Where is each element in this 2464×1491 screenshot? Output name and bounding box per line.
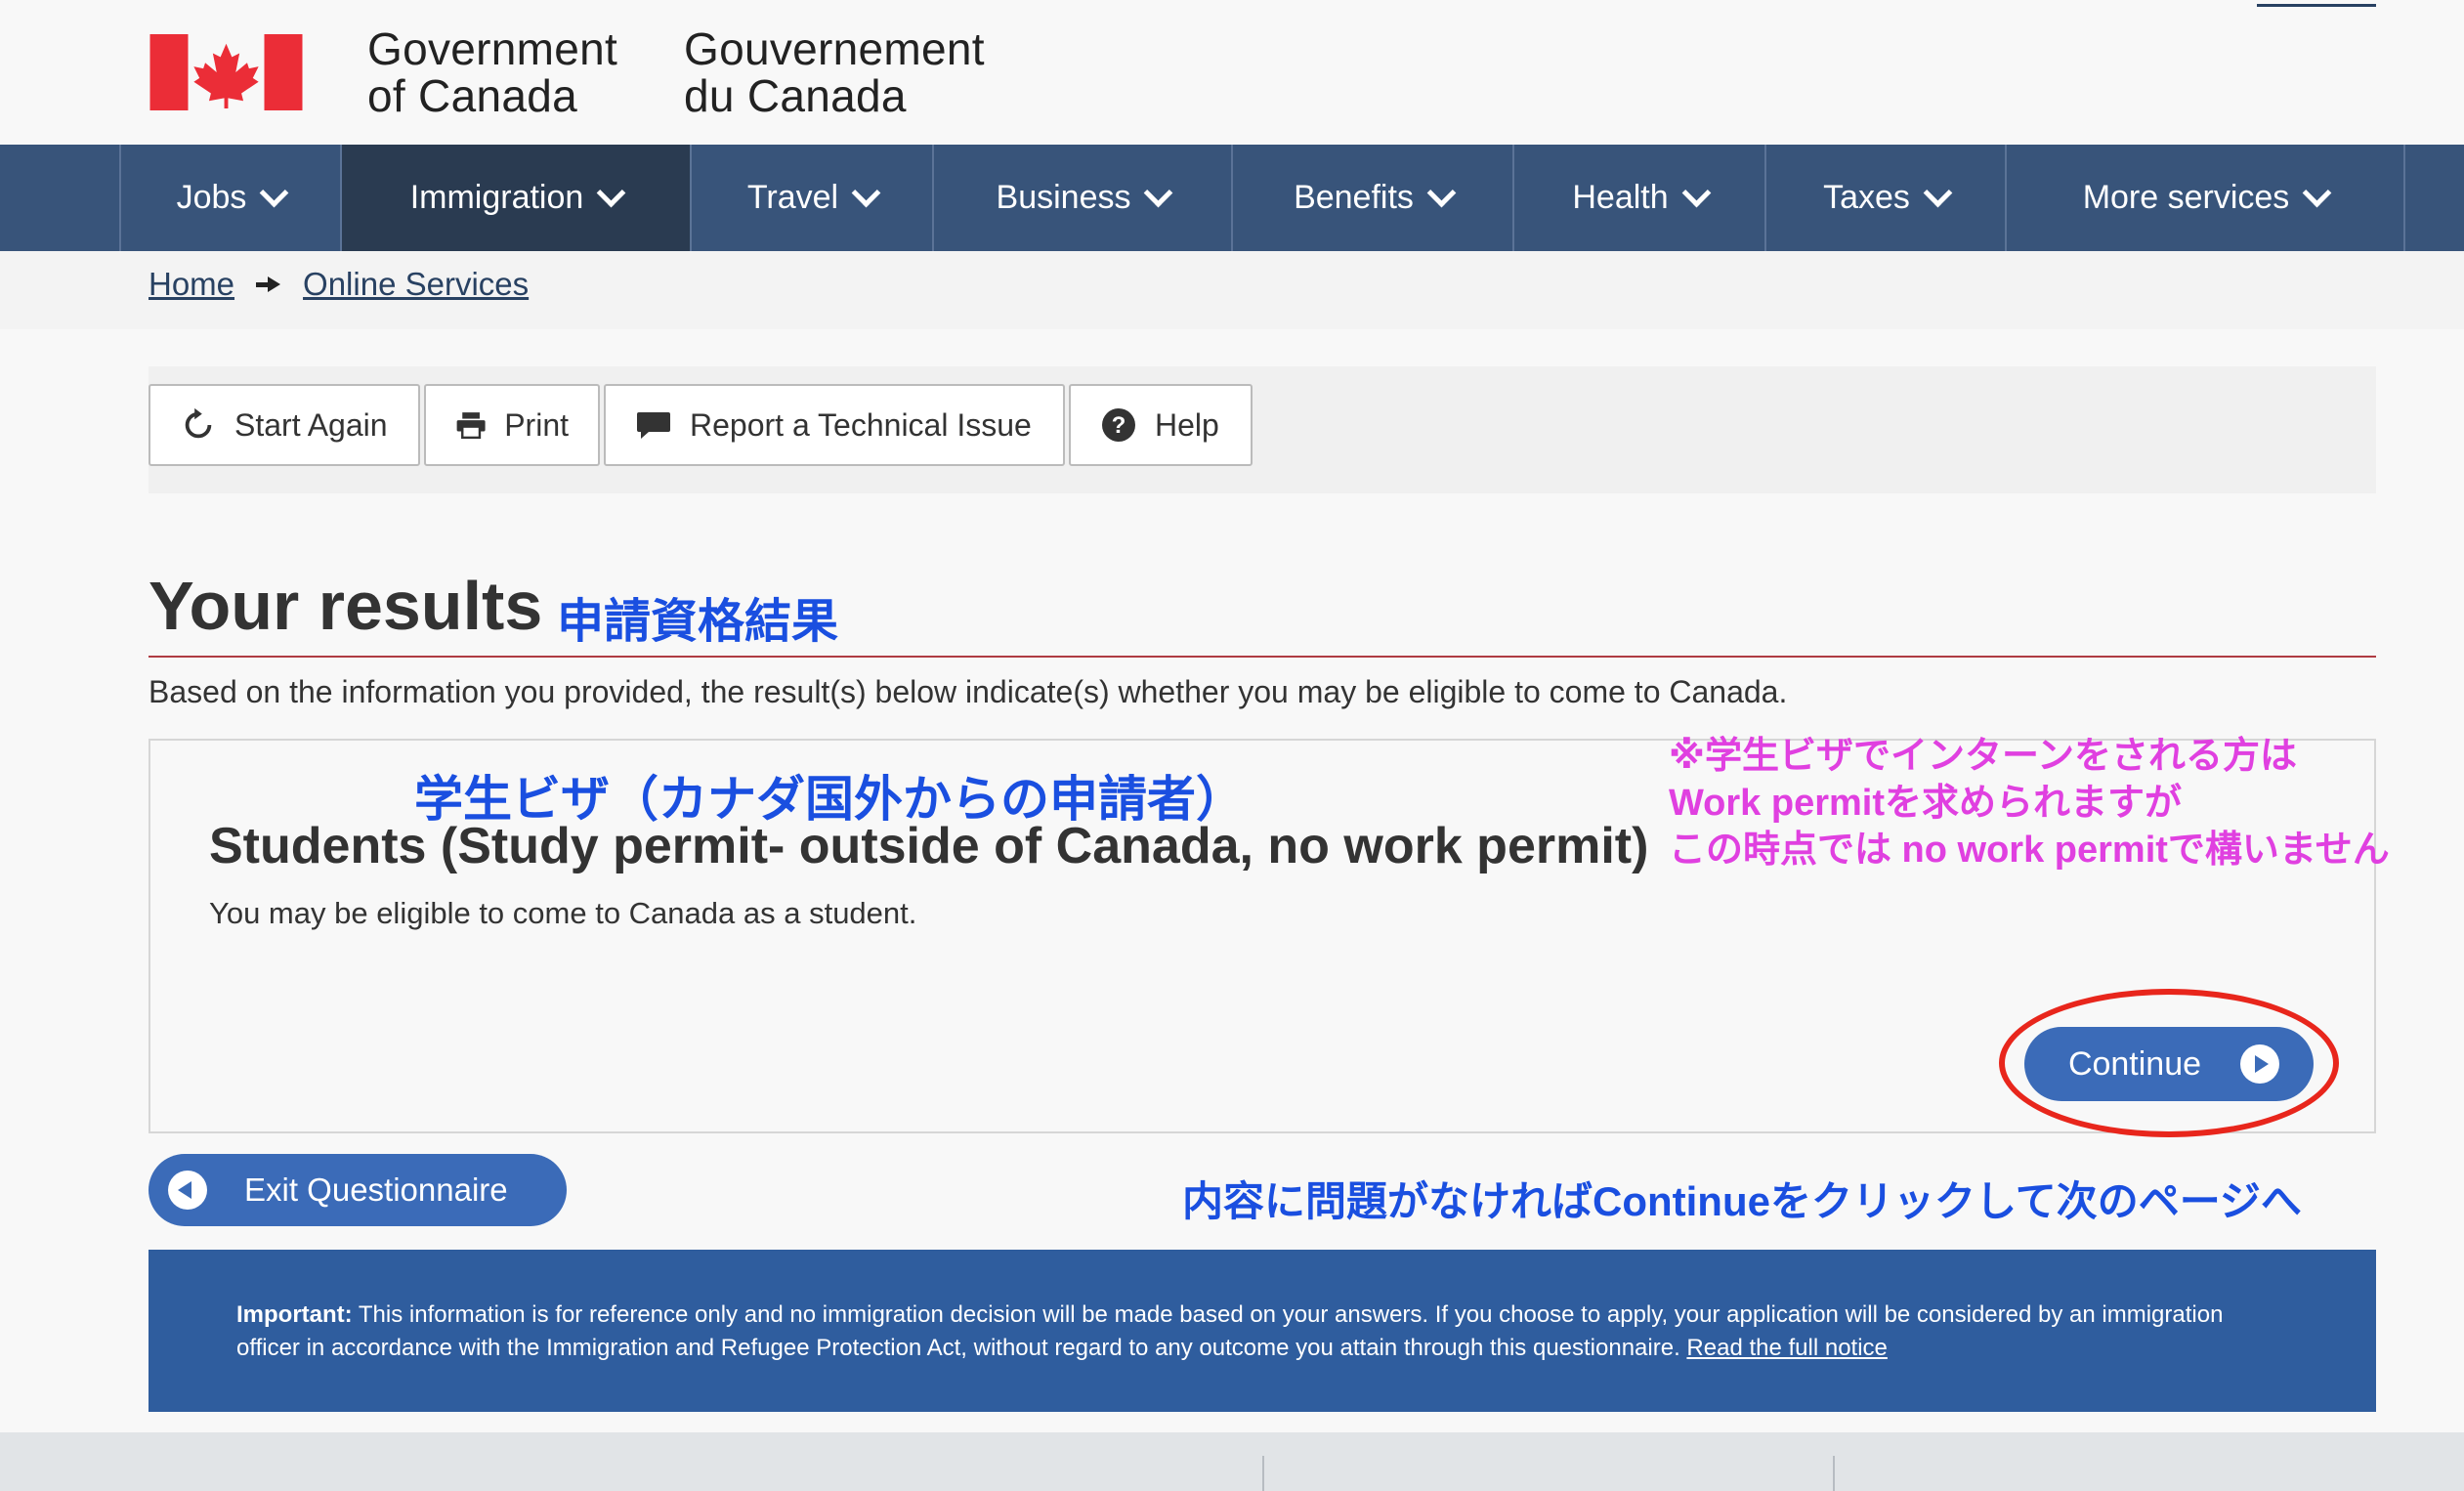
comment-icon	[637, 412, 670, 439]
signature-english[interactable]: Government of Canada	[367, 25, 617, 119]
chevron-down-icon	[1426, 178, 1457, 208]
footer	[0, 1432, 2464, 1491]
breadcrumb: Home Online Services	[149, 266, 529, 303]
footer-divider	[1833, 1456, 1835, 1491]
breadcrumb-home-link[interactable]: Home	[149, 266, 234, 303]
result-description: You may be eligible to come to Canada as…	[209, 896, 917, 930]
nav-label: Health	[1572, 179, 1669, 216]
nav-label: Benefits	[1294, 179, 1414, 216]
important-text: This information is for reference only a…	[236, 1301, 2224, 1361]
chevron-down-icon	[2302, 178, 2332, 208]
main-navigation: Jobs Immigration Travel Business Benefit…	[0, 145, 2464, 251]
chevron-down-icon	[1923, 178, 1953, 208]
start-again-button[interactable]: Start Again	[149, 384, 420, 466]
chevron-down-icon	[1144, 178, 1173, 208]
nav-item-taxes[interactable]: Taxes	[1764, 145, 2005, 251]
signature-fr-line2: du Canada	[684, 70, 907, 121]
important-label: Important:	[236, 1301, 353, 1328]
question-circle-icon: ?	[1102, 408, 1135, 442]
exit-questionnaire-button[interactable]: Exit Questionnaire	[149, 1154, 567, 1226]
nav-label: Jobs	[176, 179, 247, 216]
start-again-label: Start Again	[234, 406, 388, 443]
nav-item-business[interactable]: Business	[932, 145, 1231, 251]
nav-item-jobs[interactable]: Jobs	[119, 145, 340, 251]
nav-item-immigration[interactable]: Immigration	[340, 145, 690, 251]
jp-annotation-results: 申請資格結果	[557, 596, 839, 648]
jp-annotation-work-permit-note: ※学生ビザでインターンをされる方は Work permitを求められますが この…	[1669, 733, 2390, 873]
red-highlight-ring	[1999, 989, 2339, 1137]
results-intro: Based on the information you provided, t…	[149, 674, 1788, 709]
canada-flag-icon	[149, 34, 303, 110]
nav-label: Business	[996, 179, 1131, 216]
signature-fr-line1: Gouvernement	[684, 23, 985, 74]
back-circle-icon	[168, 1171, 207, 1210]
chevron-down-icon	[1681, 178, 1711, 208]
nav-item-health[interactable]: Health	[1512, 145, 1764, 251]
signature-french[interactable]: Gouvernement du Canada	[684, 25, 985, 119]
exit-questionnaire-label: Exit Questionnaire	[244, 1172, 508, 1208]
report-issue-label: Report a Technical Issue	[690, 406, 1032, 443]
nav-item-benefits[interactable]: Benefits	[1231, 145, 1512, 251]
signature-en-line1: Government	[367, 23, 618, 74]
help-label: Help	[1155, 406, 1219, 443]
print-label: Print	[504, 406, 569, 443]
print-button[interactable]: Print	[424, 384, 600, 466]
svg-text:?: ?	[1112, 412, 1126, 439]
note-line1: ※学生ビザでインターンをされる方は	[1669, 736, 2298, 777]
chevron-down-icon	[596, 178, 626, 208]
chevron-down-icon	[260, 178, 289, 208]
nav-label: More services	[2082, 179, 2290, 216]
arrow-right-icon	[256, 275, 281, 294]
refresh-icon	[185, 407, 212, 439]
important-notice: Important: This information is for refer…	[149, 1250, 2376, 1412]
breadcrumb-online-services-link[interactable]: Online Services	[303, 266, 529, 303]
language-toggle-link[interactable]	[2257, 0, 2376, 7]
site-header: Government of Canada Gouvernement du Can…	[0, 0, 2464, 145]
nav-item-more-services[interactable]: More services	[2005, 145, 2405, 251]
nav-label: Travel	[746, 179, 839, 216]
printer-icon	[456, 412, 486, 440]
nav-item-travel[interactable]: Travel	[690, 145, 932, 251]
title-divider	[149, 656, 2376, 658]
toolbar: Start Again Print Report a Technical Iss…	[149, 384, 1256, 466]
note-line2: Work permitを求められますが	[1669, 783, 2183, 824]
signature-en-line2: of Canada	[367, 70, 577, 121]
chevron-down-icon	[851, 178, 881, 208]
report-technical-issue-button[interactable]: Report a Technical Issue	[604, 384, 1065, 466]
nav-label: Taxes	[1823, 179, 1910, 216]
page-title: Your results	[149, 568, 543, 644]
read-full-notice-link[interactable]: Read the full notice	[1686, 1335, 1887, 1361]
help-button[interactable]: ? Help	[1069, 384, 1253, 466]
jp-annotation-continue: 内容に問題がなければContinueをクリックして次のページへ	[1182, 1178, 2302, 1224]
nav-label: Immigration	[409, 179, 584, 216]
result-heading: Students (Study permit- outside of Canad…	[209, 818, 1649, 874]
note-line3: この時点では no work permitで構いません	[1669, 830, 2390, 871]
footer-divider	[1262, 1456, 1264, 1491]
